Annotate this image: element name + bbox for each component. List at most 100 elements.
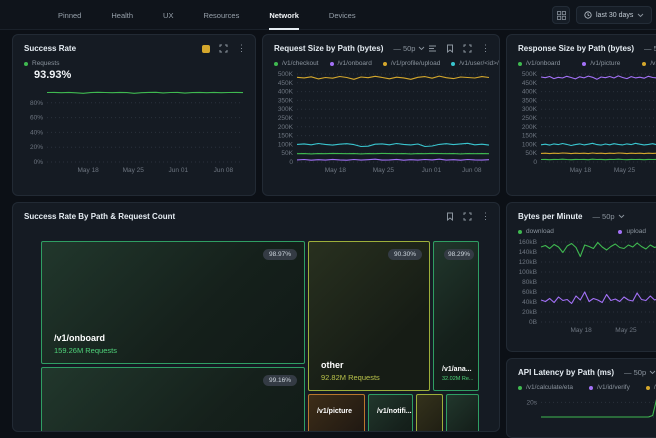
legend-label: /v1/checkout <box>282 60 319 67</box>
apps-grid-button[interactable] <box>552 6 570 24</box>
percentile-dropdown[interactable]: — 50p <box>644 44 656 53</box>
legend-item[interactable]: /v1/user/<id>/profile <box>451 60 499 67</box>
legend-item[interactable]: /v1/id/verify <box>589 384 630 391</box>
legend-label: /v1/onboard <box>526 60 560 67</box>
legend-item[interactable]: download <box>518 228 554 235</box>
svg-text:350K: 350K <box>522 97 538 104</box>
treemap-box[interactable] <box>446 394 479 432</box>
svg-text:40kB: 40kB <box>522 299 537 306</box>
time-range-label: last 30 days <box>596 12 633 19</box>
panel-title: Bytes per Minute <box>518 212 582 221</box>
svg-text:0: 0 <box>289 159 293 166</box>
treemap-box-label: other <box>321 360 344 370</box>
success-rate-chart[interactable]: 0%20%40%60%80%May 18May 25Jun 01Jun 08 <box>21 83 247 175</box>
legend-item[interactable]: /v1/onboard <box>330 60 372 67</box>
legend-item[interactable]: /v1/profile/upload <box>383 60 441 67</box>
expand-icon[interactable] <box>463 44 472 53</box>
legend-label: /v1/picture <box>590 60 620 67</box>
svg-text:200K: 200K <box>522 124 538 131</box>
percentile-dropdown[interactable]: — 50p <box>393 44 425 53</box>
legend-item[interactable]: /v1/checkout <box>274 60 319 67</box>
expand-icon[interactable] <box>219 44 228 53</box>
legend-label: download <box>526 228 554 235</box>
tab-ux[interactable]: UX <box>163 0 173 30</box>
tab-resources[interactable]: Resources <box>203 0 239 30</box>
chart-options-icon[interactable] <box>428 44 437 53</box>
chevron-down-icon <box>618 214 625 219</box>
svg-text:20kB: 20kB <box>522 309 537 316</box>
svg-text:250K: 250K <box>278 115 294 122</box>
percentile-value: — 50p <box>644 44 656 53</box>
svg-text:Jun 01: Jun 01 <box>169 167 189 174</box>
legend-item[interactable]: /v1/onboard <box>518 60 560 67</box>
svg-text:Jun 01: Jun 01 <box>422 167 442 174</box>
legend-item[interactable]: /v1/onbo <box>646 384 656 391</box>
kebab-menu-icon[interactable]: ⋮ <box>237 44 246 53</box>
pin-icon[interactable] <box>446 44 454 53</box>
svg-text:500K: 500K <box>522 71 538 78</box>
pinned-indicator-icon[interactable] <box>202 45 210 53</box>
treemap-box-notifications[interactable]: /v1/notifi... <box>368 394 413 432</box>
svg-text:160kB: 160kB <box>519 239 537 246</box>
svg-text:300K: 300K <box>522 106 538 113</box>
svg-text:May 18: May 18 <box>325 167 347 174</box>
percentile-dropdown[interactable]: — 50p <box>592 212 624 221</box>
svg-text:Jun 08: Jun 08 <box>214 167 234 174</box>
expand-icon[interactable] <box>463 212 472 221</box>
kebab-menu-icon[interactable]: ⋮ <box>481 212 490 221</box>
legend-item[interactable]: /v1/profi <box>642 60 656 67</box>
svg-text:May 18: May 18 <box>570 167 592 174</box>
tab-pinned[interactable]: Pinned <box>58 0 81 30</box>
panel-title: API Latency by Path (ms) <box>518 368 614 377</box>
panel-title: Request Size by Path (bytes) <box>274 44 383 53</box>
bytes-per-minute-chart[interactable]: 0B20kB40kB60kB80kB100kB120kB140kB160kBMa… <box>515 237 656 335</box>
svg-text:0: 0 <box>533 159 537 166</box>
response-size-chart[interactable]: 050K100K150K200K250K300K350K400K450K500K… <box>515 69 656 175</box>
svg-text:100K: 100K <box>522 141 538 148</box>
svg-text:May 18: May 18 <box>77 167 99 174</box>
percentile-dropdown[interactable]: — 50p <box>624 368 656 377</box>
svg-text:May 18: May 18 <box>570 327 592 334</box>
legend-item[interactable]: upload <box>618 228 646 235</box>
legend-item[interactable]: /v1/calculate/eta <box>518 384 573 391</box>
api-latency-chart[interactable]: 20s <box>515 393 656 419</box>
tab-health[interactable]: Health <box>111 0 133 30</box>
treemap-box-picture[interactable]: /v1/picture <box>308 394 365 432</box>
tab-devices[interactable]: Devices <box>329 0 356 30</box>
svg-text:0%: 0% <box>34 159 44 166</box>
svg-text:May 25: May 25 <box>123 167 145 174</box>
percentile-value: — 50p <box>592 212 614 221</box>
kebab-menu-icon[interactable]: ⋮ <box>481 44 490 53</box>
svg-text:100kB: 100kB <box>519 269 537 276</box>
svg-text:400K: 400K <box>522 89 538 96</box>
tab-network[interactable]: Network <box>269 0 299 30</box>
svg-text:May 25: May 25 <box>615 327 637 334</box>
legend-dot <box>24 62 28 66</box>
legend-label: /v1/calculate/eta <box>526 384 573 391</box>
chevron-down-icon <box>637 13 644 18</box>
treemap-box-other[interactable]: 90.30% other 92.82M Requests <box>308 241 430 391</box>
legend-dot <box>589 386 593 390</box>
success-badge: 99.16% <box>263 375 297 386</box>
navbar-actions: last 30 days Filter/Cu <box>552 6 656 24</box>
legend-dot <box>642 62 646 66</box>
treemap-box[interactable] <box>416 394 443 432</box>
treemap-box-requests: 92.82M Requests <box>321 373 380 382</box>
legend-label: /v1/profile/upload <box>391 60 441 67</box>
treemap-box-label: /v1/picture <box>317 408 352 415</box>
pin-icon[interactable] <box>446 212 454 221</box>
legend-item[interactable]: /v1/picture <box>582 60 620 67</box>
svg-text:450K: 450K <box>522 80 538 87</box>
svg-text:50K: 50K <box>525 150 537 157</box>
time-range-selector[interactable]: last 30 days <box>576 6 652 24</box>
legend-item[interactable]: Requests <box>24 60 59 67</box>
treemap-box[interactable]: 99.16% <box>41 367 305 432</box>
treemap-box-analytics[interactable]: 98.29% /v1/ana... 32.02M Re... <box>433 241 479 391</box>
request-size-chart[interactable]: 050K100K150K200K250K300K350K400K450K500K… <box>271 69 493 175</box>
legend-dot <box>383 62 387 66</box>
request-size-panel: Request Size by Path (bytes) — 50p ⋮ /v1… <box>262 34 500 196</box>
treemap-box-onboard[interactable]: 98.97% /v1/onboard 159.26M Requests <box>41 241 305 364</box>
svg-text:150K: 150K <box>278 133 294 140</box>
top-navbar: Pinned Health UX Resources Network Devic… <box>0 0 656 30</box>
apps-grid-icon <box>557 11 566 20</box>
